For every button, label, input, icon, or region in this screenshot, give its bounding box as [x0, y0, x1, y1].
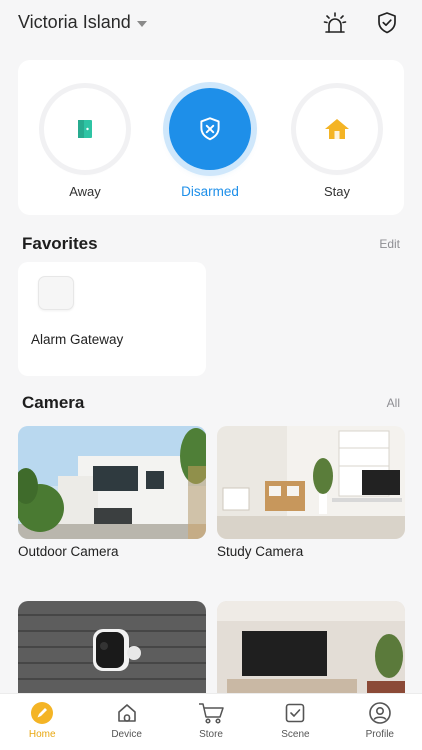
mode-away-button[interactable]: Away	[40, 88, 130, 199]
study-camera-image	[217, 426, 405, 539]
mode-label: Stay	[323, 184, 350, 199]
mode-disarmed-circle	[169, 88, 251, 170]
nav-store[interactable]: Store	[169, 694, 253, 750]
mode-label: Disarmed	[181, 184, 239, 199]
security-mode-card: Away Disarmed Stay	[18, 60, 404, 215]
location-name: Victoria Island	[18, 12, 131, 32]
camera-label: Outdoor Camera	[18, 544, 119, 559]
nav-label: Profile	[365, 729, 394, 740]
shield-check-icon[interactable]	[374, 10, 400, 36]
chevron-down-icon	[136, 20, 147, 27]
nav-label: Scene	[281, 729, 310, 740]
mode-label: Away	[69, 184, 101, 199]
camera-thumbnail-outdoor[interactable]	[18, 426, 206, 539]
away-door-icon	[78, 120, 92, 138]
home-icon	[31, 702, 54, 724]
camera-label: Study Camera	[217, 544, 304, 559]
profile-icon	[369, 702, 391, 724]
location-selector[interactable]: Victoria Island	[18, 12, 147, 33]
device-icon	[117, 704, 136, 722]
favorites-title: Favorites	[22, 234, 98, 253]
nav-label: Device	[111, 729, 142, 740]
living-room-camera-image	[217, 601, 405, 701]
shield-x-icon	[200, 117, 220, 141]
mode-stay-circle	[296, 88, 378, 170]
mode-stay-button[interactable]: Stay	[292, 88, 382, 199]
outdoor-camera-image	[18, 426, 206, 539]
camera-title: Camera	[22, 393, 85, 412]
alarm-siren-icon[interactable]	[322, 10, 348, 36]
top-bar: Victoria Island	[0, 0, 422, 48]
mode-away-circle	[44, 88, 126, 170]
nav-home[interactable]: Home	[0, 694, 84, 750]
favorite-device-card[interactable]: Alarm Gateway	[18, 262, 206, 376]
wall-camera-image	[18, 601, 206, 701]
mode-disarmed-button[interactable]: Disarmed	[165, 88, 255, 199]
scene-check-icon	[286, 703, 305, 723]
favorites-edit-link[interactable]: Edit	[379, 237, 400, 251]
favorite-device-label: Alarm Gateway	[31, 332, 124, 347]
gateway-device-icon	[38, 276, 74, 310]
nav-profile[interactable]: Profile	[338, 694, 422, 750]
nav-label: Home	[28, 729, 56, 740]
house-icon	[325, 119, 349, 139]
cart-icon	[199, 703, 224, 724]
camera-all-link[interactable]: All	[387, 396, 400, 410]
nav-scene[interactable]: Scene	[253, 694, 337, 750]
camera-thumbnail-study[interactable]	[217, 426, 405, 539]
nav-label: Store	[199, 729, 223, 740]
bottom-nav: Home Device Store Scene Profile	[0, 693, 422, 750]
nav-device[interactable]: Device	[84, 694, 168, 750]
